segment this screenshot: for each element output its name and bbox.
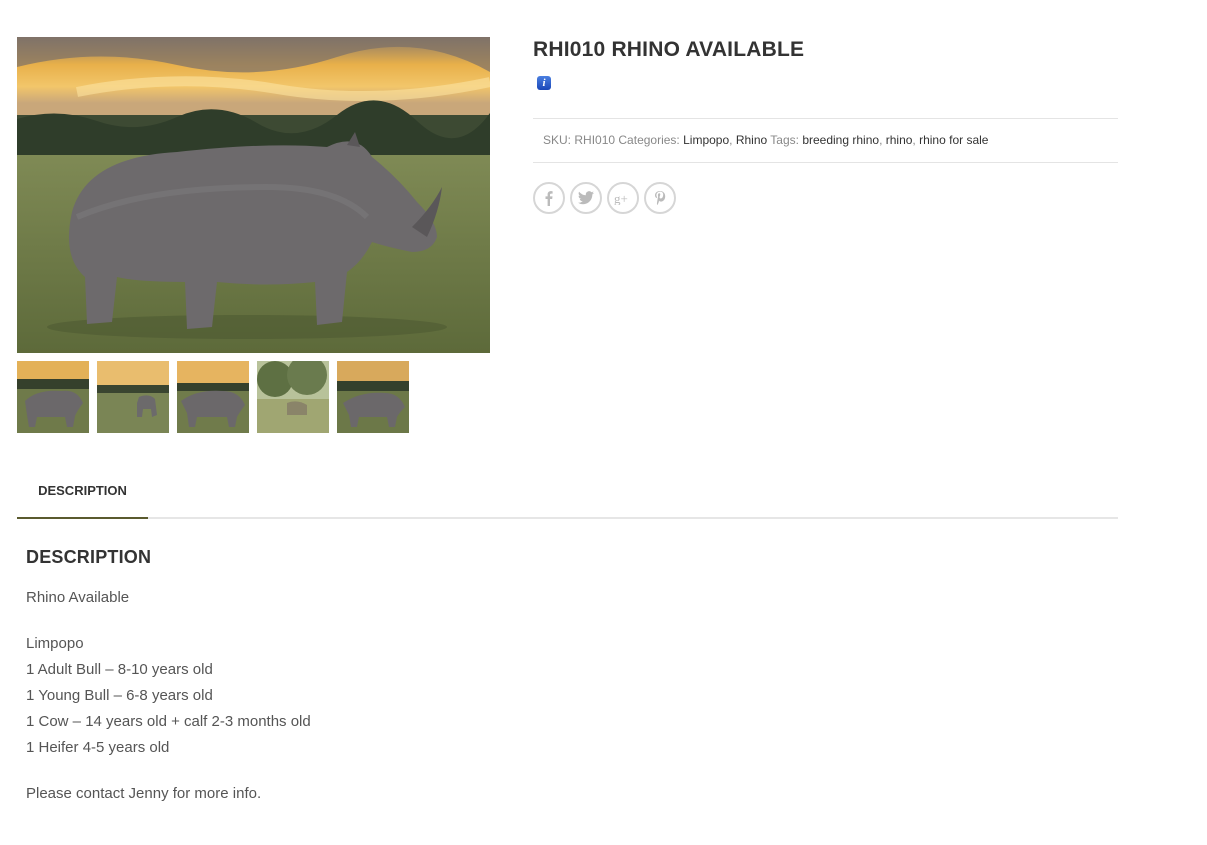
thumbnail-2[interactable] xyxy=(97,361,169,433)
description-line: Limpopo xyxy=(26,635,84,652)
description-line: 1 Cow – 14 years old + calf 2-3 months o… xyxy=(26,713,311,730)
description-line: 1 Heifer 4-5 years old xyxy=(26,739,170,756)
description-contact: Please contact Jenny for more info. xyxy=(26,785,262,802)
thumbnail-5[interactable] xyxy=(337,361,409,433)
category-link[interactable]: Limpopo xyxy=(683,133,729,147)
pinterest-share-button[interactable] xyxy=(644,182,676,214)
facebook-share-button[interactable] xyxy=(533,182,565,214)
tab-description[interactable]: DESCRIPTION xyxy=(17,474,148,519)
pinterest-icon xyxy=(655,191,666,206)
product-summary: RHI010 RHINO AVAILABLE i SKU: RHI010 Cat… xyxy=(533,37,1118,214)
description-panel: DESCRIPTION Rhino Available Limpopo 1 Ad… xyxy=(26,545,926,807)
categories-label: Categories: xyxy=(618,133,680,147)
product-title: RHI010 RHINO AVAILABLE xyxy=(533,38,805,61)
thumbnail-4[interactable] xyxy=(257,361,329,433)
thumbnail-1[interactable] xyxy=(17,361,89,433)
tag-link[interactable]: breeding rhino xyxy=(802,133,879,147)
description-line: 1 Young Bull – 6-8 years old xyxy=(26,687,213,704)
share-buttons: g+ xyxy=(533,182,676,214)
tags-label: Tags: xyxy=(770,133,799,147)
twitter-share-button[interactable] xyxy=(570,182,602,214)
product-meta: SKU: RHI010 Categories: Limpopo, Rhino T… xyxy=(533,118,1118,163)
google-plus-share-button[interactable]: g+ xyxy=(607,182,639,214)
category-link[interactable]: Rhino xyxy=(736,133,767,147)
svg-text:g+: g+ xyxy=(614,191,628,205)
thumbnail-strip xyxy=(17,361,409,433)
sku-label: SKU: xyxy=(543,133,572,147)
tag-link[interactable]: rhino xyxy=(886,133,913,147)
info-icon[interactable]: i xyxy=(537,76,551,90)
product-tabs: DESCRIPTION xyxy=(17,474,1118,519)
tag-link[interactable]: rhino for sale xyxy=(919,133,988,147)
description-line: 1 Adult Bull – 8-10 years old xyxy=(26,661,213,678)
description-heading: DESCRIPTION xyxy=(26,547,152,567)
facebook-icon xyxy=(545,191,553,206)
product-main-image[interactable] xyxy=(17,37,490,353)
google-plus-icon: g+ xyxy=(614,191,628,205)
thumbnail-3[interactable] xyxy=(177,361,249,433)
description-intro: Rhino Available xyxy=(26,589,130,606)
twitter-icon xyxy=(578,191,594,205)
sku-value: RHI010 xyxy=(574,133,616,147)
